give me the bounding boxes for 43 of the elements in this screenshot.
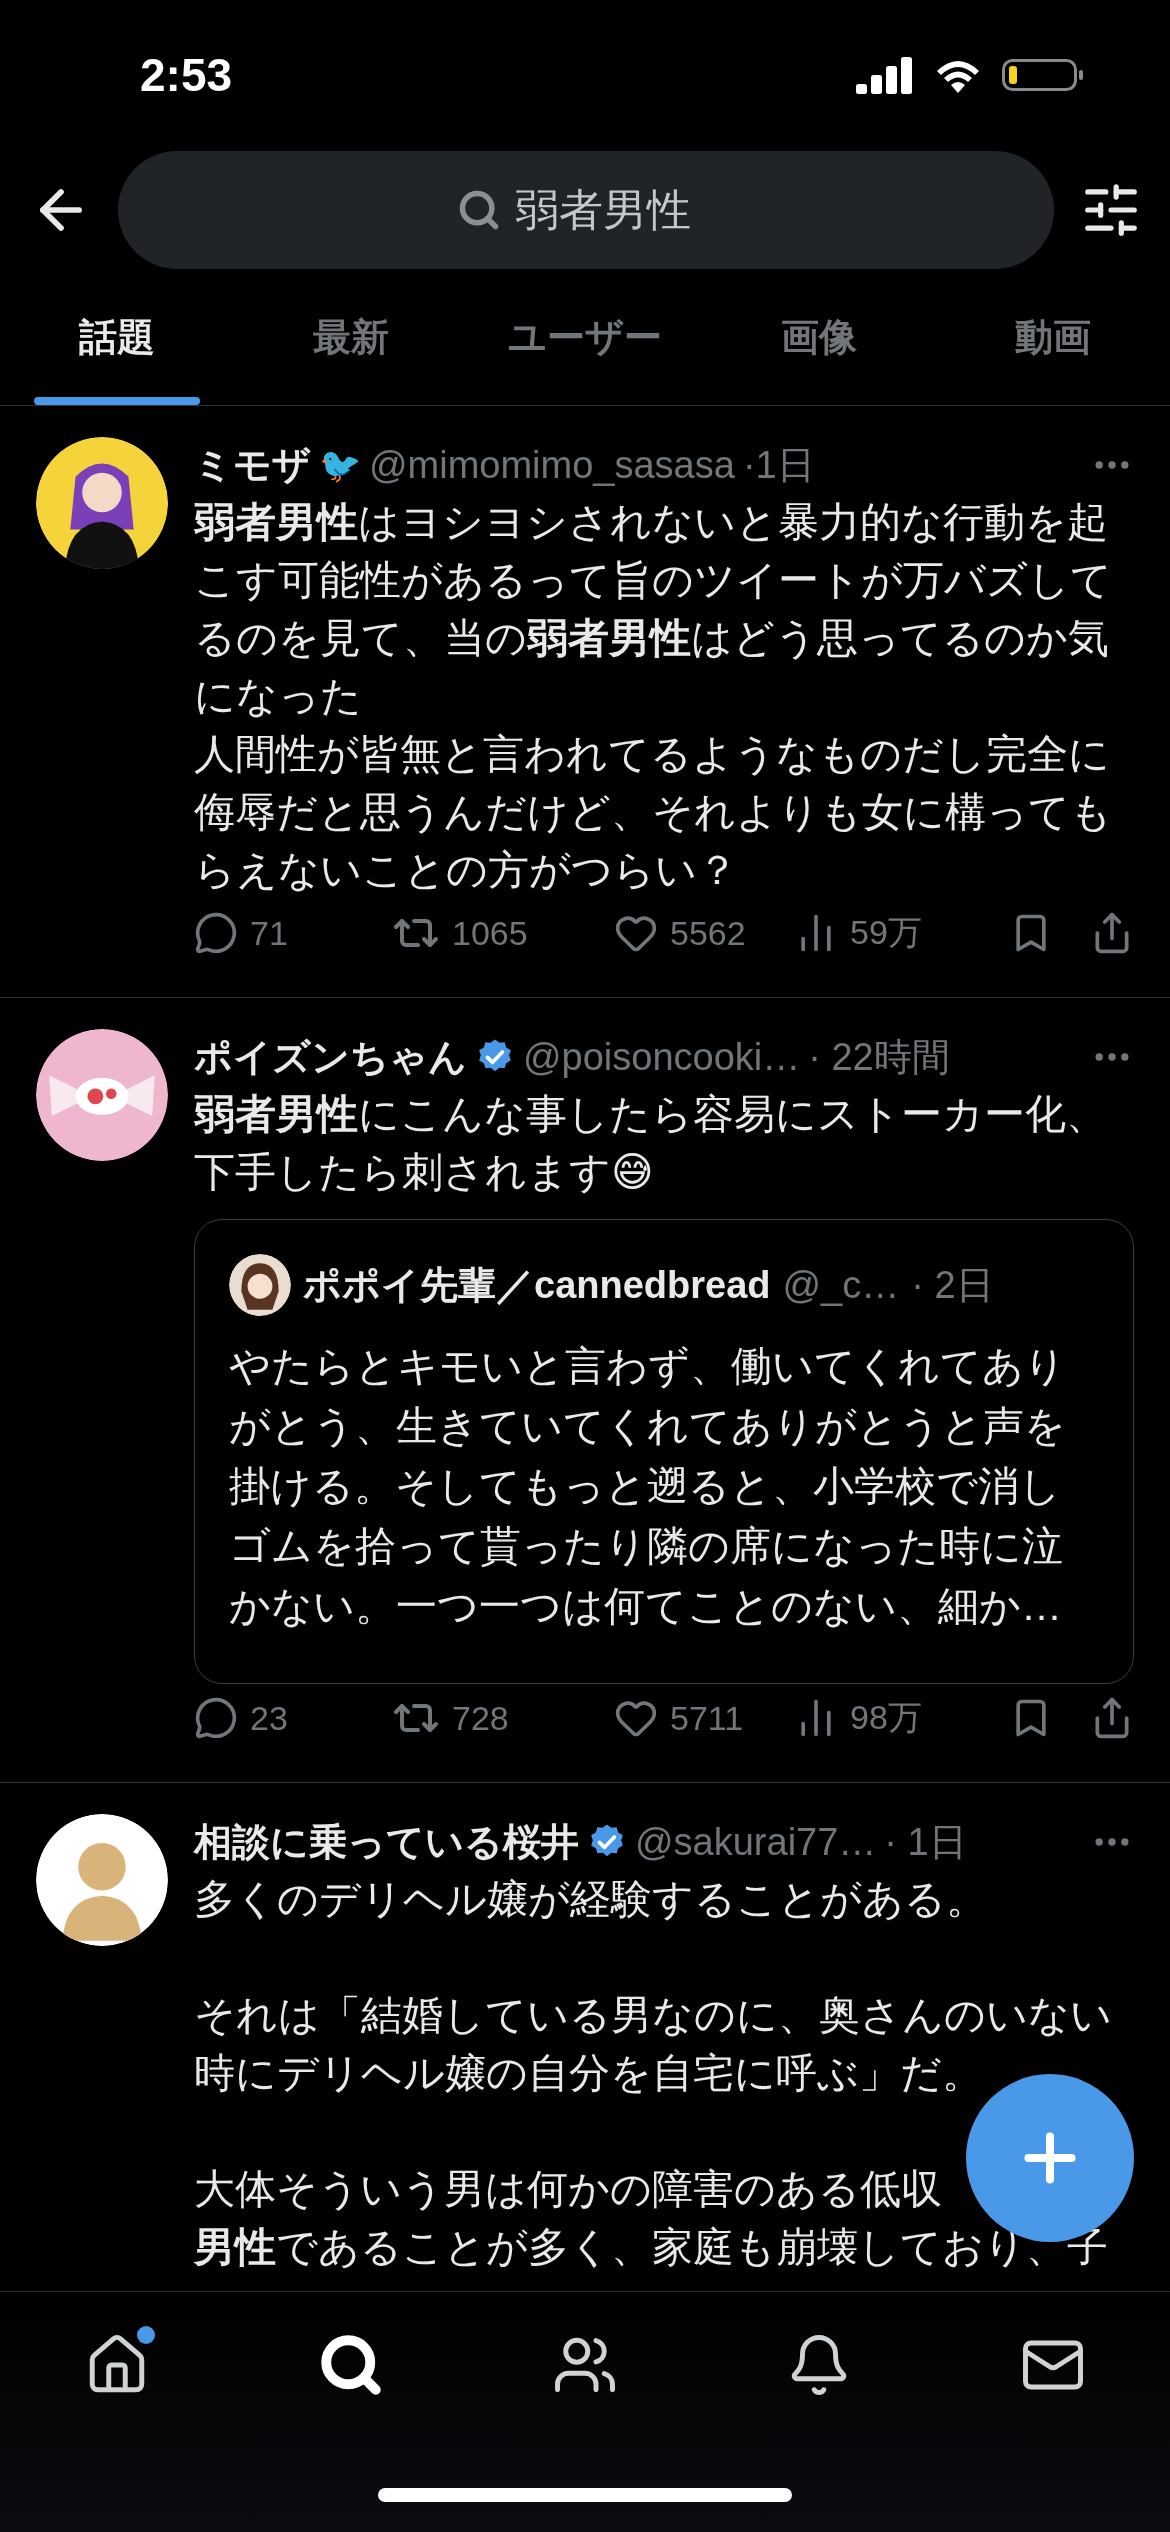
repost-count: 728	[452, 1698, 509, 1738]
tab[interactable]: 動画	[936, 270, 1170, 405]
like-count: 5711	[670, 1698, 744, 1738]
tweet-text: 人間性が皆無と言われてるようなものだし完全に侮辱だと思うんだけど、それよりも女に構ってもらえないことの方がつらい？	[194, 730, 1113, 895]
reply-count: 23	[250, 1698, 288, 1738]
user-name: ポイズンちゃん	[194, 1034, 467, 1080]
post-time: · 1日	[884, 1819, 967, 1865]
tweet-text: 弱者男性にこんな事したら容易にストーカー化、下手したら刺されます😅	[194, 1090, 1108, 1197]
reply-icon[interactable]	[194, 1696, 238, 1740]
user-handle: @poisoncooki…	[523, 1035, 801, 1079]
repost-count: 1065	[452, 913, 528, 953]
tweet-text: それは「結婚している男なのに、奥さんのいない時にデリヘル嬢の自分を自宅に呼ぶ」だ。	[194, 1991, 1113, 2098]
user-handle: @mimomimo_sasasa	[369, 443, 735, 487]
user-name: ポポイ先輩／cannedbread	[303, 1262, 771, 1308]
tweet-text: 多くのデリヘル嬢が経験することがある。	[194, 1875, 987, 1924]
tab[interactable]: 最新	[234, 270, 468, 405]
view-count: 59万	[850, 912, 922, 953]
user-handle: @sakurai77…	[635, 1820, 877, 1864]
user-name: ミモザ	[194, 442, 311, 488]
search-icon	[457, 188, 501, 232]
view-count: 98万	[850, 1697, 922, 1738]
like-count: 5562	[670, 913, 746, 953]
tab[interactable]: 話題	[0, 270, 234, 405]
search-input[interactable]: 弱者男性	[515, 185, 715, 235]
quoted-tweet[interactable]: ポポイ先輩／cannedbread @_c… · 2日 やたらとキモいと言わず、働いてくれてありがとう、生きていてくれてありがとうと声を掛ける。そしてもっと遡ると、小学校で消しゴムを拾って貰ったり隣の席になった時に泣かない。一つ一つは何てことのない、細か…	[194, 1219, 1134, 1684]
tweet-text: 弱者男性はヨシヨシされないと暴力的な行動を起こす可能性があるって旨のツイートが万バズしてるのを見て、当の弱者男性はどう思ってるのか気になった	[194, 498, 1113, 721]
user-name: 相談に乗っている桜井	[194, 1819, 579, 1865]
tweet-card[interactable]: ミモザ 🐦 @mimomimo_sasasa ·1日 弱者男性はヨシヨシされないと暴力的な行動を起こす可能性があるって旨のツイートが万バズしてるのを見て、当の弱者男性はどう思ってるのか気になった 人間性が皆無と言われてるようなものだし完全に侮辱だと思うんだけど、それよりも女に構ってもらえないことの方がつらい？ 71 1065 5562 59万	[0, 406, 1170, 998]
post-time: ·1日	[742, 442, 815, 488]
reply-count: 71	[250, 913, 288, 953]
signal-icon	[856, 56, 914, 94]
status-time: 2:53	[140, 48, 233, 102]
tab[interactable]: ユーザー	[468, 270, 702, 405]
post-time: · 22時間	[808, 1034, 950, 1080]
search-field[interactable]: 弱者男性	[118, 151, 1054, 269]
user-handle: @_c…	[782, 1263, 900, 1307]
tab[interactable]: 画像	[702, 270, 936, 405]
tweet-text: 大体そういう男は何かの障害のある低収	[194, 2165, 942, 2214]
quoted-text: やたらとキモいと言わず、働いてくれてありがとう、生きていてくれてありがとうと声を掛ける。そしてもっと遡ると、小学校で消しゴムを拾って貰ったり隣の席になった時に泣かない。一つ一つは何てことのない、細か…	[229, 1342, 1067, 1631]
battery-icon	[1002, 56, 1084, 94]
post-time: · 2日	[911, 1262, 994, 1308]
name-emoji: 🐦	[319, 445, 361, 485]
reply-icon[interactable]	[194, 911, 238, 955]
